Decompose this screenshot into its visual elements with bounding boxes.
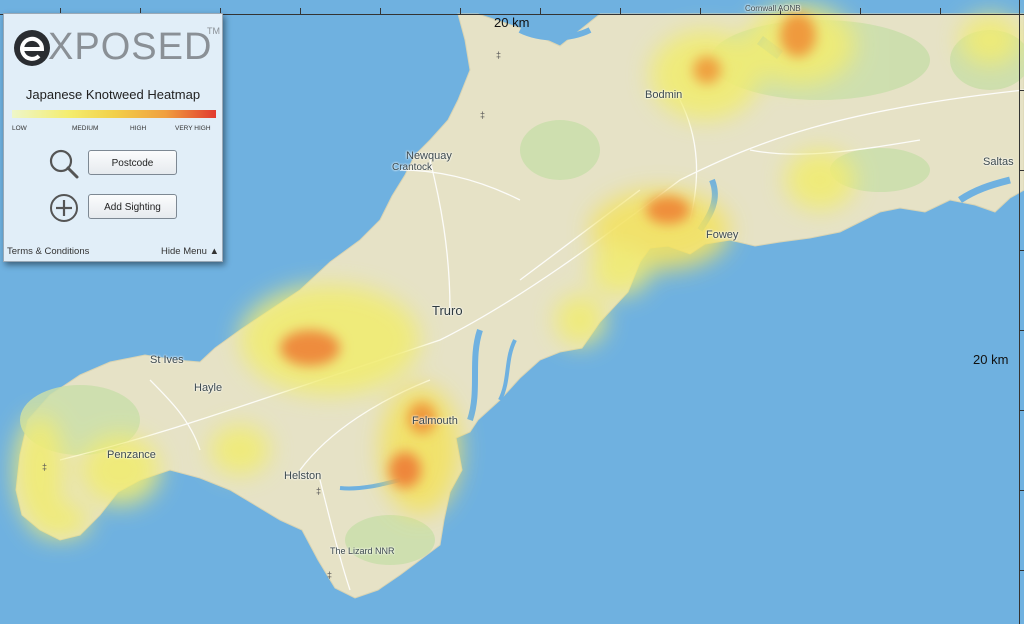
svg-text:‡: ‡ [327,570,332,580]
place-truro: Truro [432,303,463,318]
place-penzance: Penzance [107,449,156,461]
panel-title: Japanese Knotweed Heatmap [25,87,201,102]
place-newquay: Newquay [406,150,452,162]
postcode-button[interactable]: Postcode [88,150,177,175]
legend-gradient [12,110,216,118]
place-saltash: Saltas [983,156,1014,168]
hide-menu-link[interactable]: Hide Menu ▲ [161,246,219,257]
place-st-ives: St Ives [150,354,184,366]
place-fowey: Fowey [706,229,739,241]
place-bodmin: Bodmin [645,89,683,101]
logo-trademark: TM [207,26,220,36]
scale-label-top: 20 km [494,15,530,30]
svg-text:‡: ‡ [480,110,485,120]
svg-text:‡: ‡ [316,486,321,496]
right-scale-line [1019,0,1020,624]
place-hayle: Hayle [194,382,223,394]
add-circle-icon[interactable] [49,193,79,223]
menu-panel: XPOSED TM Japanese Knotweed Heatmap LOW … [3,13,223,262]
search-icon[interactable] [48,148,80,180]
terms-link[interactable]: Terms & Conditions [7,246,89,257]
logo-e-icon [14,30,50,66]
place-helston: Helston [284,470,322,482]
exposed-logo: XPOSED TM [12,24,220,74]
place-the-lizard: The Lizard NNR [330,546,395,556]
place-falmouth: Falmouth [412,415,458,427]
legend-high: HIGH [130,125,147,132]
logo-text: XPOSED [48,26,213,68]
legend-very-high: VERY HIGH [175,125,211,132]
place-crantock: Crantock [392,162,433,173]
scale-label-right: 20 km [973,352,1009,367]
legend-low: LOW [12,125,27,132]
add-sighting-button[interactable]: Add Sighting [88,194,177,219]
legend-medium: MEDIUM [72,125,99,132]
place-cornwall-aonb: Cornwall AONB [745,4,801,13]
svg-text:‡: ‡ [496,50,501,60]
svg-text:‡: ‡ [42,462,47,472]
